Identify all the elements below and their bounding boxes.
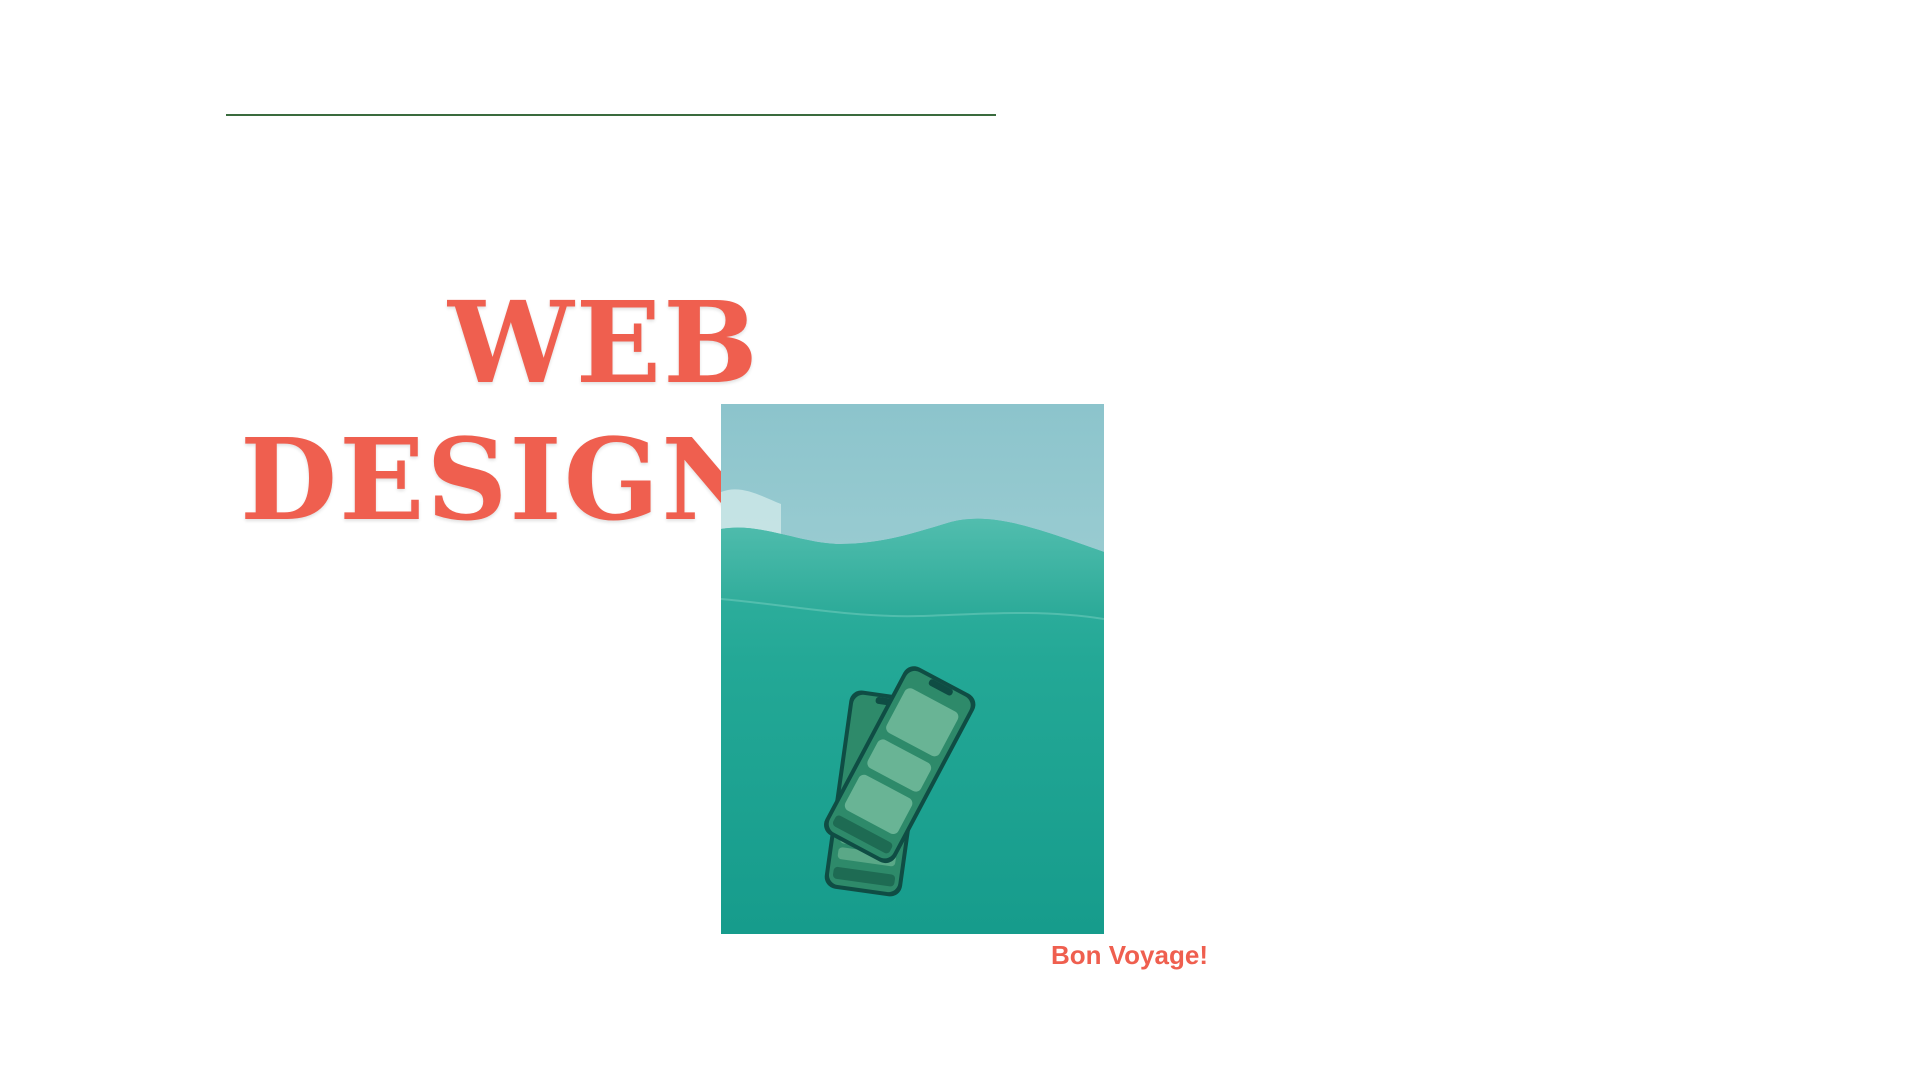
title-web: WEB: [448, 278, 760, 409]
top-divider-line: [226, 114, 996, 116]
slide-page: WEB DESIGN Bon Voyage!: [0, 0, 1920, 1080]
caption-bon-voyage: Bon Voyage!: [1051, 940, 1208, 970]
title-design: DESIGN: [240, 415, 766, 546]
underwater-phones-image: [721, 404, 1104, 934]
